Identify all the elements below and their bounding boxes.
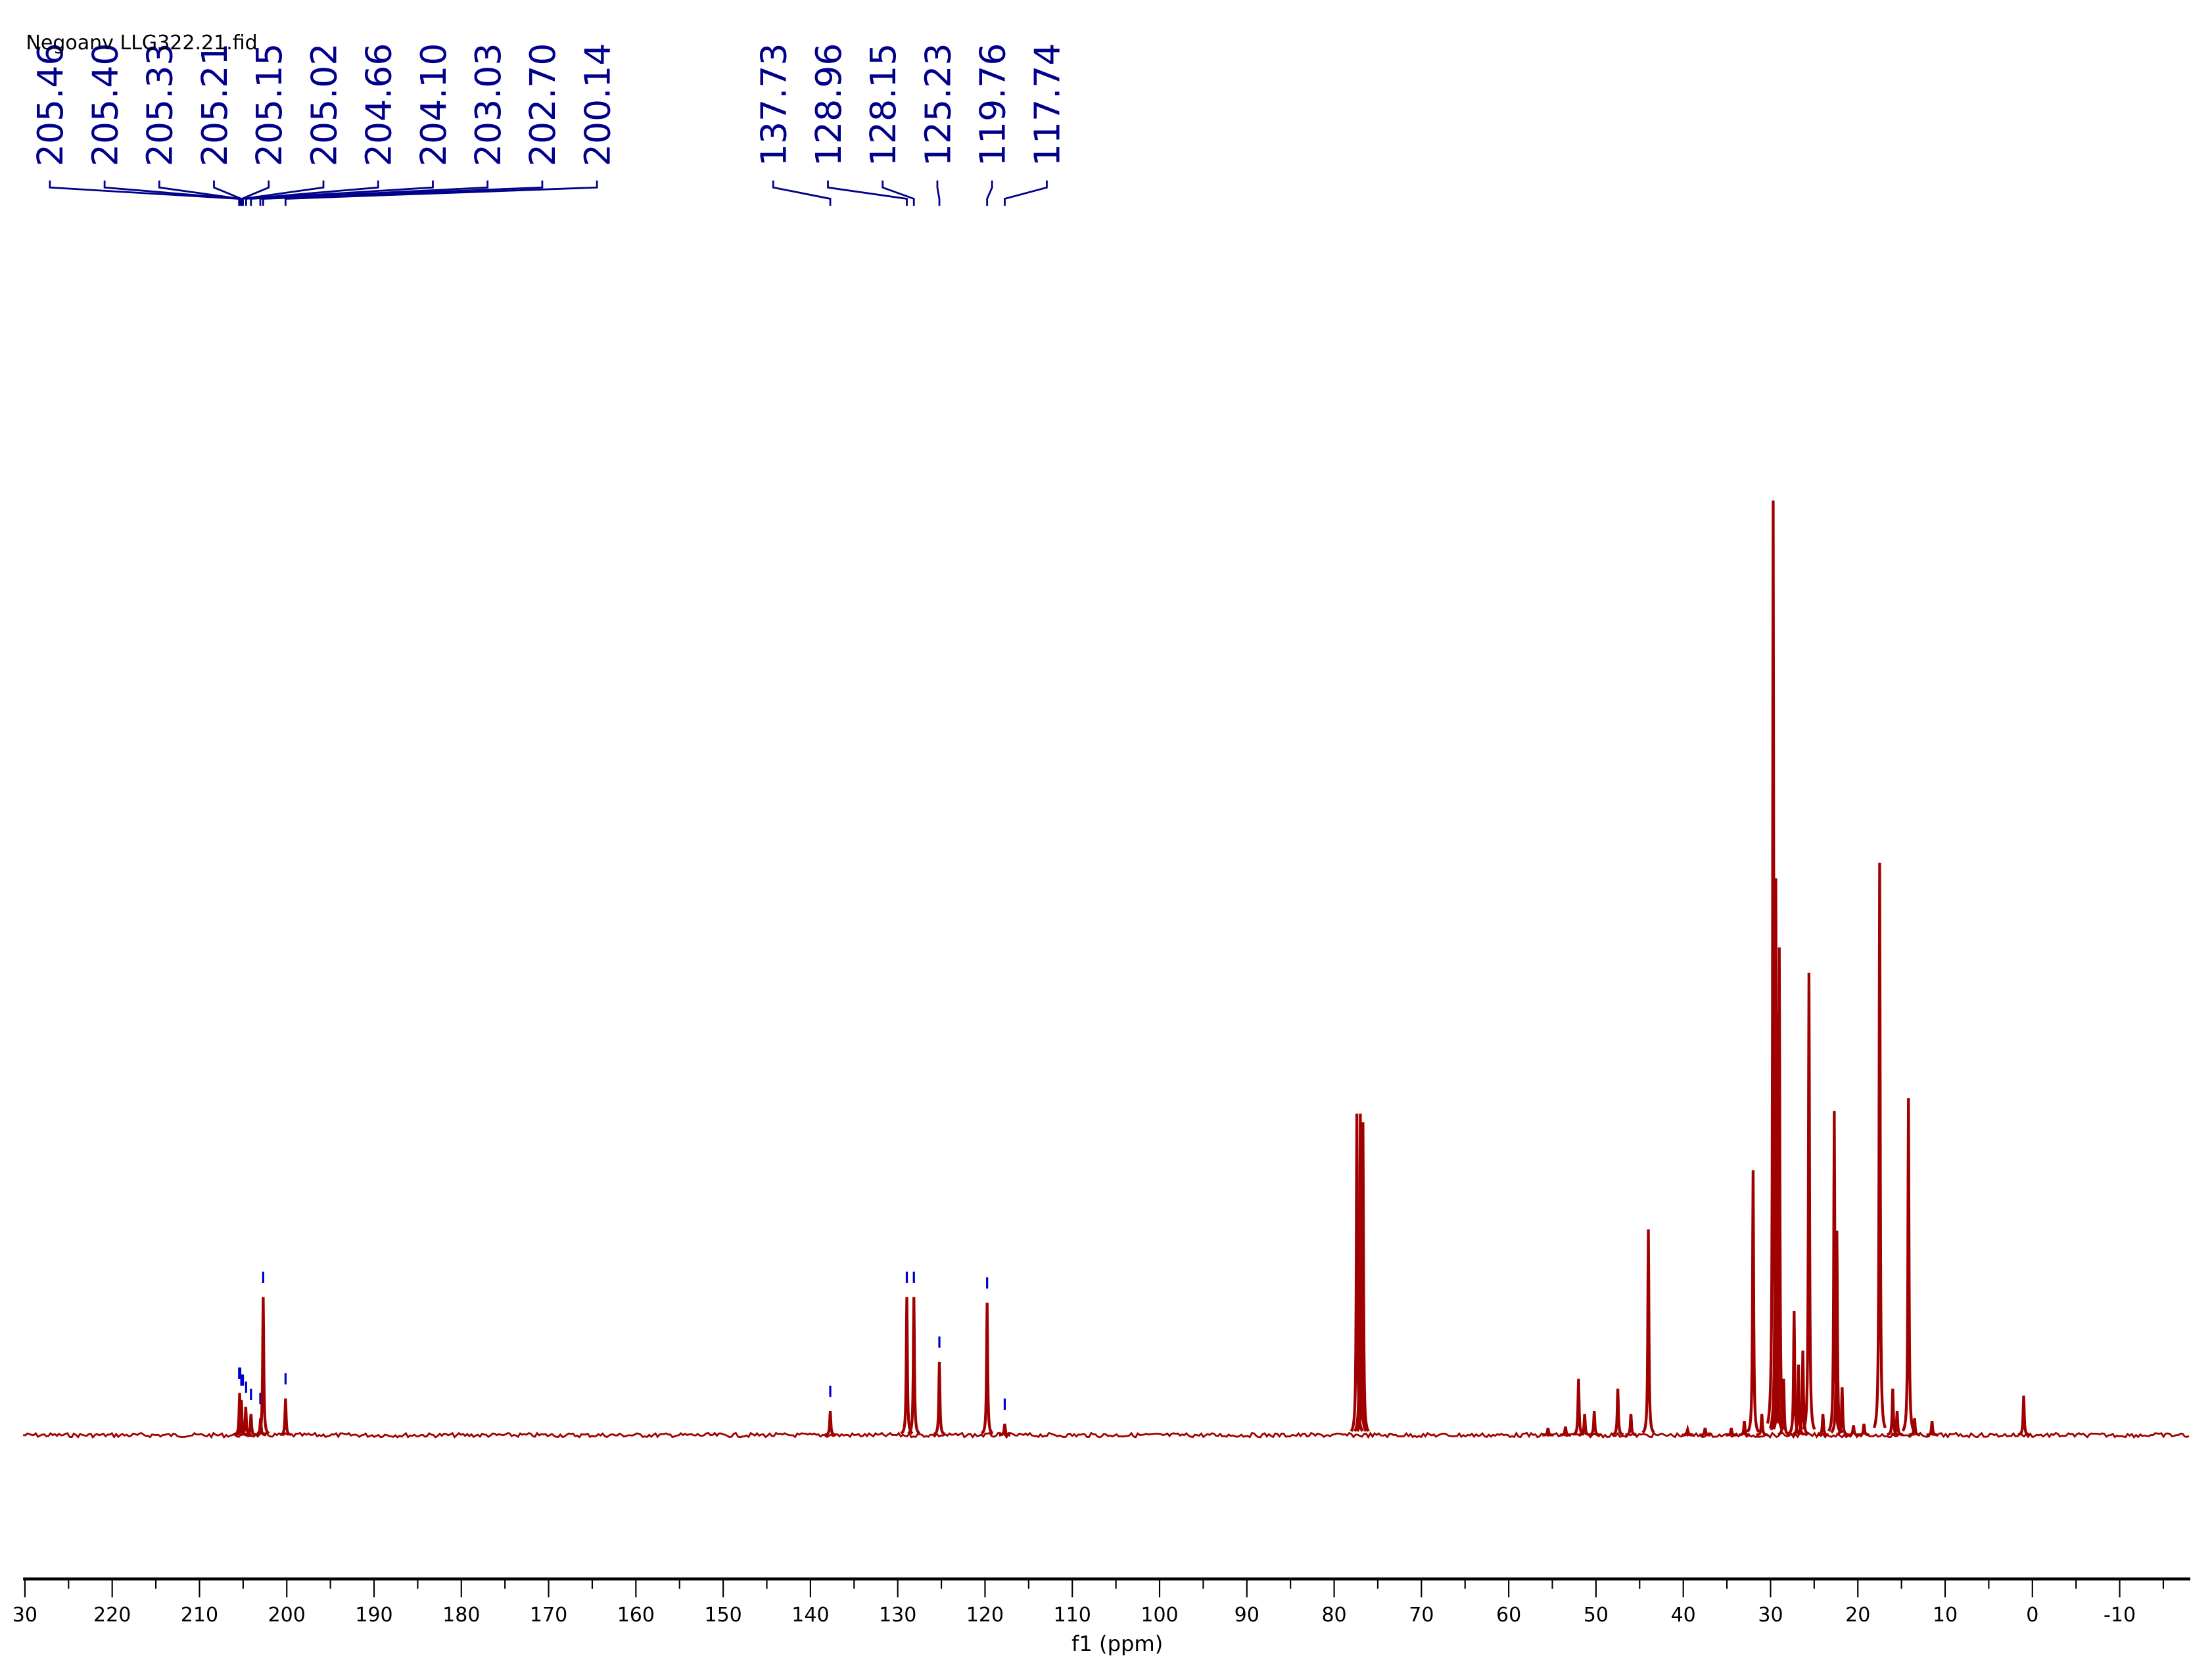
spectrum-peak — [1559, 1426, 1572, 1437]
spectrum-peak — [900, 1297, 914, 1435]
x-tick-label: 210 — [181, 1604, 218, 1627]
spectrum-peak — [1817, 1414, 1829, 1437]
x-tick-label: 10 — [1933, 1604, 1958, 1627]
x-tick-label: 140 — [791, 1604, 829, 1627]
peak-label: 205.15 — [248, 43, 290, 167]
spectrum-peak — [1926, 1420, 1938, 1437]
x-tick-label: 80 — [1321, 1604, 1346, 1627]
spectrum-peak — [1611, 1388, 1624, 1436]
x-axis-label: f1 (ppm) — [1071, 1631, 1163, 1656]
spectrum-peak — [1542, 1428, 1554, 1437]
x-tick-label: 110 — [1054, 1604, 1091, 1627]
peak-label-leader — [213, 180, 243, 206]
x-tick-label: 90 — [1235, 1604, 1259, 1627]
spectrum-peak — [2017, 1395, 2030, 1436]
spectrum-peak — [256, 1297, 270, 1435]
spectrum-peak — [1641, 1229, 1655, 1434]
peak-label: 205.33 — [139, 43, 181, 167]
peak-label: 117.74 — [1027, 43, 1068, 167]
x-tick-label: 120 — [966, 1604, 1004, 1627]
x-tick-label: 30 — [1758, 1604, 1783, 1627]
spectrum-peak — [1802, 973, 1816, 1430]
peak-label: 205.46 — [30, 43, 71, 167]
x-tick-label: 70 — [1409, 1604, 1434, 1627]
peak-label-leader — [827, 180, 908, 206]
spectrum-peak — [1572, 1378, 1585, 1436]
spectrum-peak — [1746, 1170, 1760, 1433]
spectrum-peak — [279, 1398, 292, 1436]
peak-label: 137.73 — [753, 43, 795, 167]
peak-label: 125.23 — [917, 43, 958, 167]
peak-label-leader — [49, 180, 241, 206]
x-tick-label: -10 — [2104, 1604, 2136, 1627]
spectrum-peak — [1681, 1424, 1694, 1437]
peak-label-leader — [986, 180, 993, 206]
peak-label-leader — [1004, 180, 1048, 206]
peak-label: 203.03 — [467, 43, 509, 167]
peak-label: 119.76 — [972, 43, 1013, 167]
spectrum-peak — [907, 1297, 921, 1435]
peak-label: 202.70 — [522, 43, 563, 167]
peak-label-leader — [936, 180, 941, 206]
x-tick-label: 200 — [268, 1604, 306, 1627]
peak-label: 205.02 — [303, 43, 344, 167]
x-tick-label: 170 — [530, 1604, 567, 1627]
spectrum-peak — [1872, 862, 1887, 1429]
x-tick-label: 100 — [1141, 1604, 1178, 1627]
peak-label: 128.15 — [862, 43, 904, 167]
spectrum-title: Negoanv LLG322.21.fid — [26, 32, 257, 55]
spectrum-peak — [1901, 1098, 1916, 1432]
peak-label: 200.14 — [577, 43, 618, 167]
x-tick-label: 50 — [1584, 1604, 1609, 1627]
spectrum-peak — [981, 1302, 994, 1435]
spectrum-peak — [1848, 1425, 1860, 1437]
spectrum-peak — [933, 1362, 946, 1436]
x-tick-label: 130 — [879, 1604, 916, 1627]
x-tick-label: 220 — [93, 1604, 131, 1627]
peak-label-leader — [882, 180, 915, 206]
x-tick-label: 60 — [1496, 1604, 1521, 1627]
x-tick-label: 180 — [442, 1604, 480, 1627]
x-tick-label: 30 — [12, 1604, 37, 1627]
peak-label: 204.66 — [358, 43, 400, 167]
nmr-spectrum-chart: 205.46 205.40 205.33 205.21 205.15 205.02 204.… — [12, 32, 2191, 1656]
nmr-spectrum-view: 205.46 205.40 205.33 205.21 205.15 205.02 204.… — [0, 0, 2212, 1672]
peak-label-leader — [772, 180, 832, 206]
peak-label-leader — [103, 180, 241, 206]
x-tick-label: 40 — [1671, 1604, 1696, 1627]
spectrum-peak — [824, 1411, 836, 1437]
x-tick-label: 20 — [1845, 1604, 1870, 1627]
spectrum-peak — [1699, 1428, 1711, 1437]
spectrum-peak — [1625, 1414, 1637, 1437]
peak-label: 205.40 — [84, 43, 126, 167]
x-tick-label: 0 — [2026, 1604, 2038, 1627]
peak-label: 205.21 — [194, 43, 235, 167]
spectrum-peak — [1588, 1411, 1601, 1437]
x-tick-label: 190 — [355, 1604, 392, 1627]
peak-label: 128.96 — [808, 43, 849, 167]
x-tick-label: 160 — [617, 1604, 655, 1627]
x-tick-label: 150 — [704, 1604, 741, 1627]
spectrum-peak — [1726, 1428, 1737, 1437]
peak-label: 204.10 — [413, 43, 454, 167]
